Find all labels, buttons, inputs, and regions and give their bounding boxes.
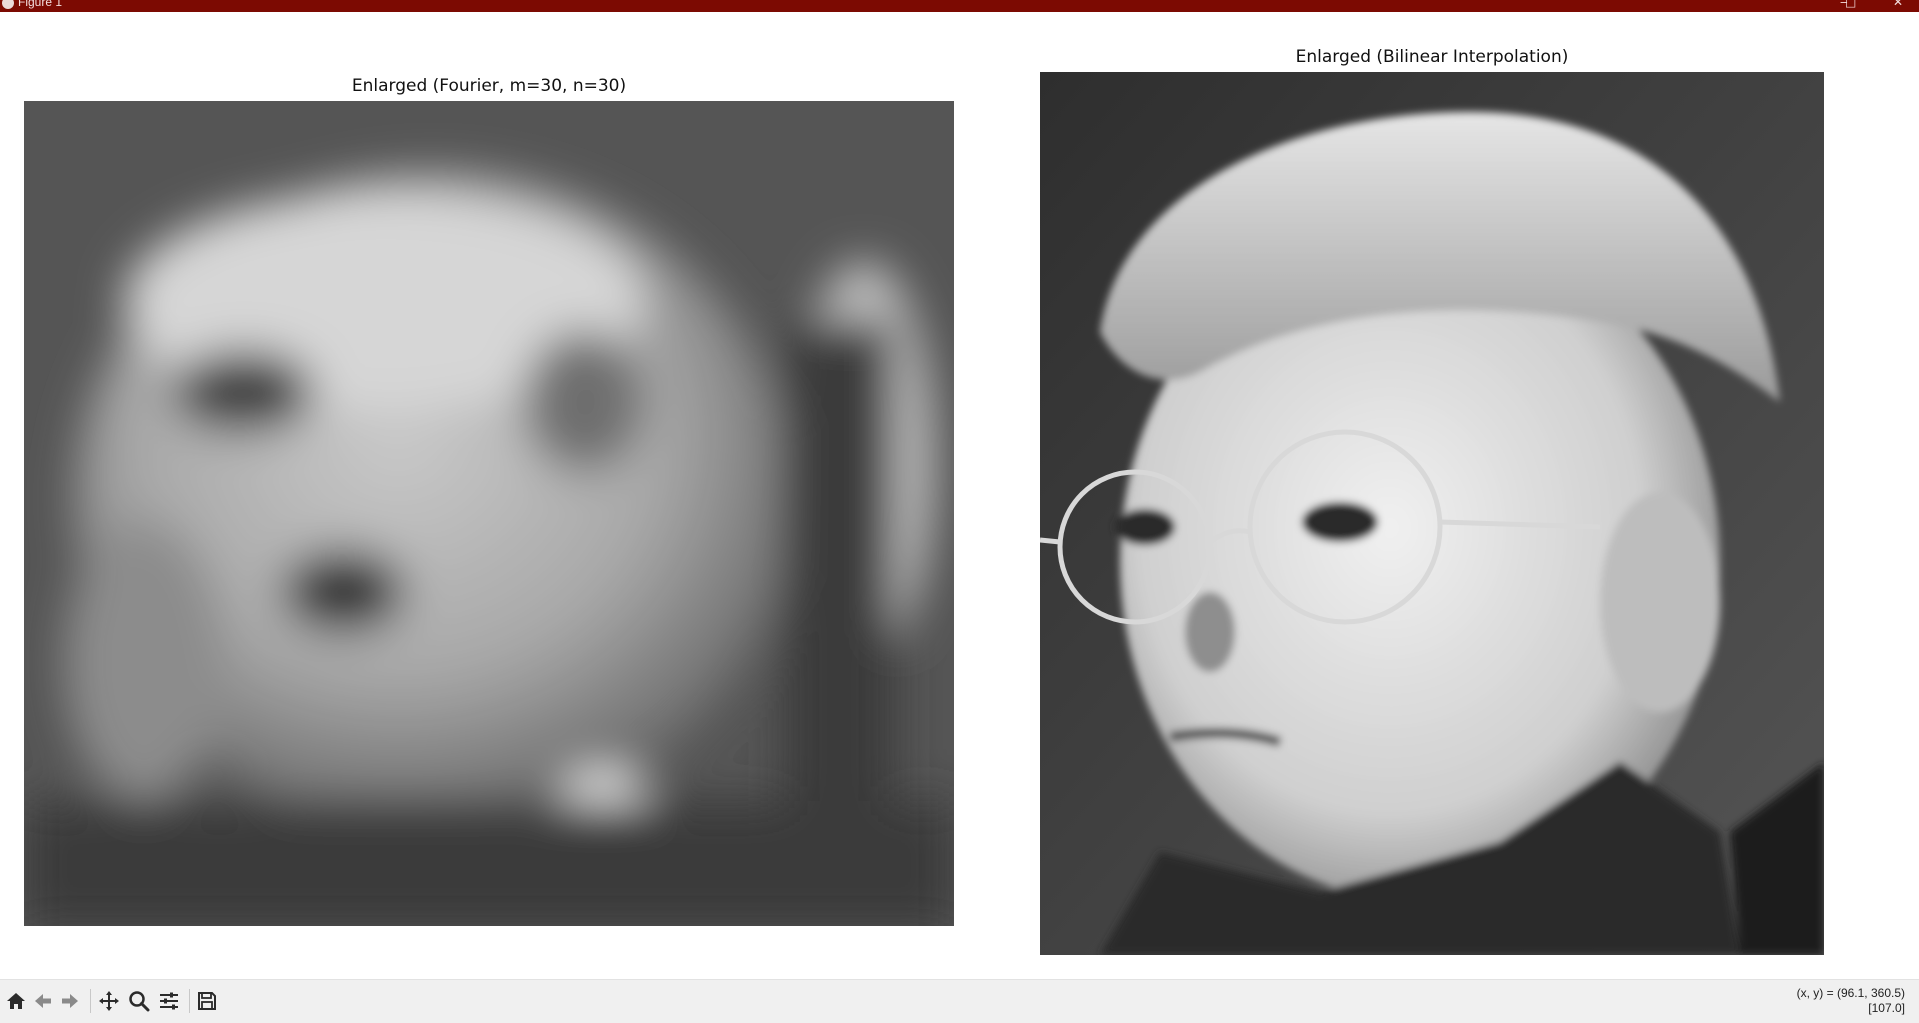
- save-icon[interactable]: [194, 988, 220, 1014]
- toolbar-separator: [189, 989, 190, 1013]
- blurred-portrait-image: [24, 101, 954, 926]
- close-button[interactable]: ✕: [1893, 0, 1903, 8]
- window-title-bar: Figure 1 ‒ □ ✕: [0, 0, 1919, 12]
- back-icon[interactable]: [30, 988, 56, 1014]
- left-axes-title: Enlarged (Fourier, m=30, n=30): [351, 76, 627, 96]
- forward-icon[interactable]: [57, 988, 83, 1014]
- coords-xy: (x, y) = (96.1, 360.5): [1796, 986, 1905, 1000]
- left-image-panel[interactable]: [24, 101, 954, 926]
- app-icon: [2, 0, 14, 9]
- toolbar-separator: [90, 989, 91, 1013]
- pan-icon[interactable]: [96, 988, 122, 1014]
- home-icon[interactable]: [3, 988, 29, 1014]
- portrait-image: [1040, 72, 1824, 955]
- maximize-button[interactable]: □: [1845, 0, 1856, 8]
- cursor-coordinates: (x, y) = (96.1, 360.5) [107.0]: [1797, 986, 1905, 1016]
- window-title: Figure 1: [18, 0, 63, 9]
- coords-value: [107.0]: [1868, 1001, 1905, 1015]
- configure-subplots-icon[interactable]: [156, 988, 182, 1014]
- right-image-panel[interactable]: [1040, 72, 1824, 955]
- navigation-toolbar: (x, y) = (96.1, 360.5) [107.0]: [0, 979, 1919, 1023]
- zoom-icon[interactable]: [126, 988, 152, 1014]
- right-axes-title: Enlarged (Bilinear Interpolation): [1295, 47, 1569, 67]
